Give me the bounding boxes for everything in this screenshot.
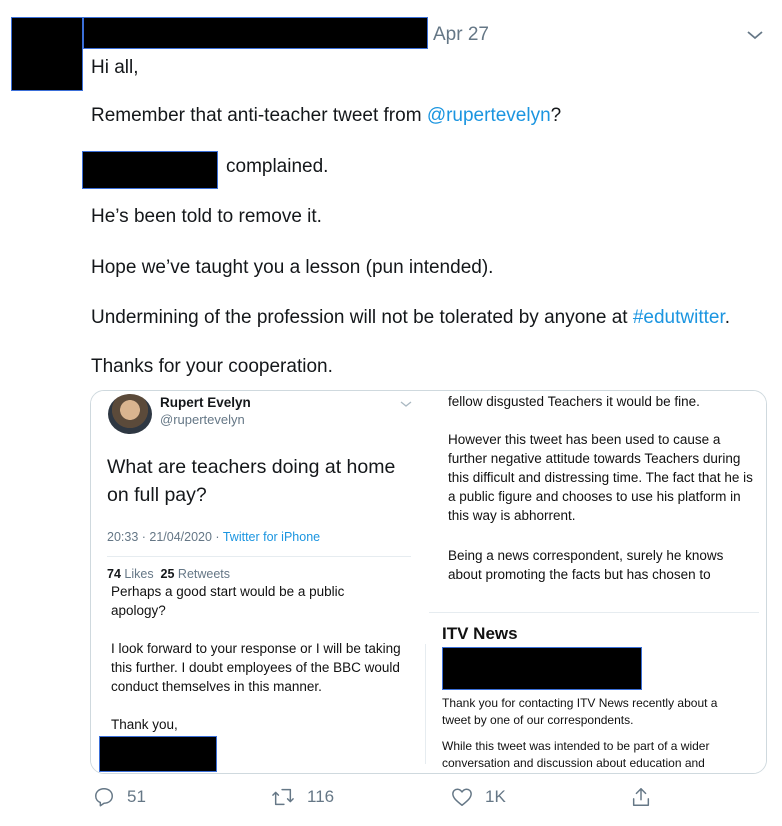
signature-redacted bbox=[99, 736, 217, 772]
mention-link[interactable]: @rupertevelyn bbox=[427, 105, 551, 126]
itv-recipient-redacted bbox=[442, 647, 642, 690]
complaint-continued-panel: fellow disgusted Teachers it would be fi… bbox=[429, 391, 766, 583]
hashtag-link[interactable]: #edutwitter bbox=[633, 307, 725, 328]
share-icon bbox=[632, 788, 650, 806]
embedded-engagement: 74 Likes 25 Retweets bbox=[107, 567, 231, 581]
complainant-redacted bbox=[82, 151, 218, 189]
reply-icon bbox=[95, 788, 113, 807]
tweet-line-hashtag: Undermining of the profession will not b… bbox=[91, 307, 731, 328]
share-button[interactable] bbox=[630, 786, 652, 808]
embedded-name: Rupert Evelyn bbox=[160, 395, 251, 410]
tweet-line-lesson: Hope we’ve taught you a lesson (pun inte… bbox=[91, 257, 494, 278]
itv-p2: While this tweet was intended to be part… bbox=[442, 739, 710, 770]
retweet-button[interactable]: 116 bbox=[271, 786, 334, 808]
tweet-date[interactable]: Apr 27 bbox=[433, 24, 489, 46]
rupert-avatar bbox=[108, 394, 152, 434]
complaint-p2: I look forward to your response or I wil… bbox=[111, 641, 401, 694]
chevron-down-icon[interactable] bbox=[745, 25, 765, 45]
complaint-p3: Thank you, bbox=[111, 717, 178, 732]
embedded-handle: @rupertevelyn bbox=[160, 412, 245, 427]
right-p2: However this tweet has been used to caus… bbox=[448, 432, 753, 523]
attached-image-collage[interactable]: Rupert Evelyn @rupertevelyn What are tea… bbox=[90, 390, 767, 774]
right-p3: Being a news correspondent, surely he kn… bbox=[448, 548, 724, 582]
tweet-line-complained: complained. bbox=[226, 156, 329, 177]
tweet-line-thanks: Thanks for your cooperation. bbox=[91, 356, 333, 377]
embedded-tweet-panel: Rupert Evelyn @rupertevelyn What are tea… bbox=[91, 391, 427, 583]
tweet-line-mention: Remember that anti-teacher tweet from @r… bbox=[91, 105, 562, 126]
right-p1: fellow disgusted Teachers it would be fi… bbox=[448, 394, 700, 409]
embedded-chevron-icon bbox=[400, 401, 412, 407]
embedded-tweet-text: What are teachers doing at home on full … bbox=[107, 456, 396, 506]
retweet-count: 116 bbox=[307, 787, 335, 806]
avatar-redacted[interactable] bbox=[11, 17, 83, 91]
complaint-letter-panel: Perhaps a good start would be a public a… bbox=[91, 584, 427, 773]
like-count: 1K bbox=[485, 787, 506, 806]
tweet-greeting: Hi all, bbox=[91, 57, 139, 78]
itv-p1: Thank you for contacting ITV News recent… bbox=[442, 696, 718, 727]
tweet-line-removed: He’s been told to remove it. bbox=[91, 206, 322, 227]
retweet-icon bbox=[272, 788, 294, 806]
author-name-redacted[interactable] bbox=[83, 17, 428, 49]
itv-response-panel: ITV News Thank you for contacting ITV Ne… bbox=[429, 584, 766, 773]
tweet-actions: 51 116 1K bbox=[0, 786, 782, 810]
reply-count: 51 bbox=[127, 787, 146, 806]
complaint-p1: Perhaps a good start would be a public a… bbox=[111, 584, 345, 618]
itv-title: ITV News bbox=[442, 624, 518, 643]
reply-button[interactable]: 51 bbox=[93, 786, 146, 808]
like-button[interactable]: 1K bbox=[451, 786, 506, 808]
embedded-timestamp: 20:33 · 21/04/2020 · Twitter for iPhone bbox=[107, 530, 321, 544]
heart-icon bbox=[452, 788, 472, 806]
